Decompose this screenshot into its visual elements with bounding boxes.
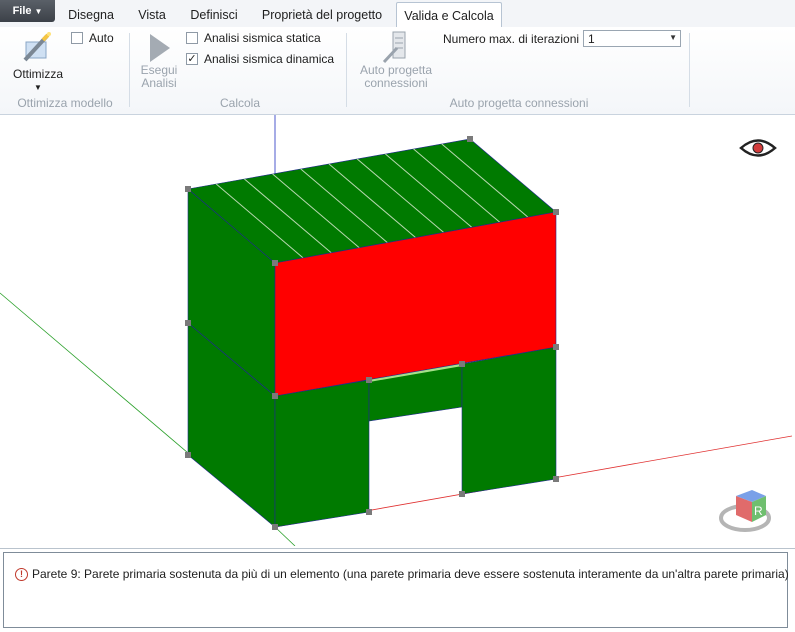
front-wall-right[interactable] [461, 346, 557, 495]
ribbon-tab-bar: File ▼ Disegna Vista Definisci Proprietà… [0, 0, 795, 28]
analisi-dinamica-label: Analisi sismica dinamica [204, 52, 335, 66]
node[interactable] [366, 509, 372, 515]
analisi-dinamica-checkbox[interactable]: ✓ Analisi sismica dinamica [186, 52, 334, 66]
file-menu-label: File [12, 5, 32, 17]
analisi-dinamica-box[interactable]: ✓ [186, 53, 198, 65]
iterations-value: 1 [588, 31, 595, 46]
tab-valida-e-calcola[interactable]: Valida e Calcola [396, 2, 502, 28]
auto-progetta-connessioni-button[interactable]: Auto progetta connessioni [352, 30, 440, 90]
auto-checkbox[interactable]: Auto [71, 31, 114, 45]
play-icon [150, 34, 170, 62]
message-item[interactable]: ! Parete 9: Parete primaria sostenuta da… [15, 567, 789, 581]
view-cube-label: R [754, 504, 763, 518]
chevron-down-icon: ▼ [34, 6, 43, 16]
group-label-ottimizza: Ottimizza modello [17, 96, 113, 110]
view-cube-icon[interactable]: R [719, 490, 771, 532]
chevron-down-icon: ▼ [34, 83, 42, 92]
messages-list[interactable]: ! Parete 9: Parete primaria sostenuta da… [3, 552, 789, 628]
node[interactable] [185, 452, 191, 458]
ribbon-panel: Ottimizza ▼ Auto Ottimizza modello Esegu… [0, 27, 795, 115]
analisi-statica-box[interactable] [186, 32, 198, 44]
connessioni-label: connessioni [364, 76, 428, 90]
node[interactable] [459, 491, 465, 497]
node[interactable] [553, 344, 559, 350]
iterations-label: Numero max. di iterazioni [443, 32, 580, 46]
node[interactable] [366, 377, 372, 383]
iterations-combobox[interactable]: 1 ▼ [583, 30, 681, 47]
auto-checkbox-label: Auto [89, 31, 114, 45]
connection-design-icon [382, 31, 406, 64]
tab-disegna[interactable]: Disegna [62, 4, 120, 26]
esegui-analisi-button[interactable]: Esegui Analisi [136, 32, 182, 90]
node[interactable] [467, 136, 473, 142]
ottimizza-label: Ottimizza [12, 67, 63, 81]
node[interactable] [553, 209, 559, 215]
node[interactable] [185, 320, 191, 326]
error-icon: ! [15, 567, 28, 581]
ottimizza-button[interactable]: Ottimizza ▼ [10, 30, 66, 94]
analisi-label: Analisi [141, 76, 177, 90]
group-divider [129, 33, 130, 107]
3d-viewport[interactable]: R [0, 115, 795, 546]
analisi-statica-checkbox[interactable]: Analisi sismica statica [186, 31, 321, 45]
group-divider [689, 33, 690, 107]
node[interactable] [272, 260, 278, 266]
tab-proprieta-progetto[interactable]: Proprietà del progetto [254, 4, 390, 26]
model-scene[interactable]: R [0, 115, 795, 546]
auto-checkbox-box[interactable] [71, 32, 83, 44]
node[interactable] [272, 393, 278, 399]
front-wall-left[interactable] [274, 379, 370, 528]
tab-vista[interactable]: Vista [128, 4, 176, 26]
messages-panel: ! Parete 9: Parete primaria sostenuta da… [0, 548, 795, 632]
node[interactable] [272, 524, 278, 530]
group-label-connessioni: Auto progetta connessioni [449, 96, 589, 110]
magic-wand-icon [23, 32, 51, 62]
node[interactable] [553, 476, 559, 482]
message-text: Parete 9: Parete primaria sostenuta da p… [32, 567, 789, 581]
node[interactable] [185, 186, 191, 192]
chevron-down-icon: ▼ [669, 33, 677, 42]
node[interactable] [459, 361, 465, 367]
group-divider [346, 33, 347, 107]
tab-definisci[interactable]: Definisci [182, 4, 246, 26]
analisi-statica-label: Analisi sismica statica [204, 31, 321, 45]
group-label-calcola: Calcola [219, 96, 261, 110]
file-menu-button[interactable]: File ▼ [0, 0, 55, 22]
visibility-eye-icon[interactable] [739, 139, 777, 157]
checkmark-icon: ✓ [187, 53, 197, 65]
